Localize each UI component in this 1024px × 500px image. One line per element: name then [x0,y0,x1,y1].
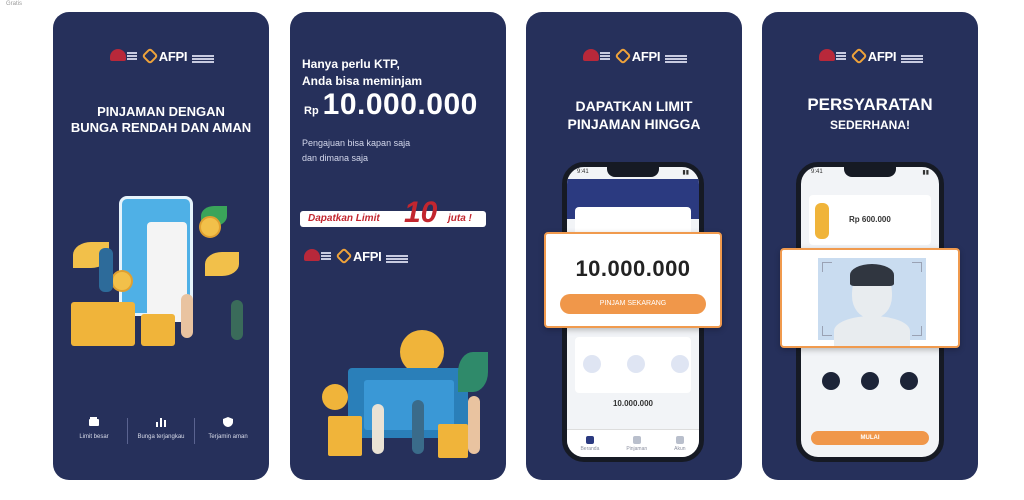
tab-label: Akun [674,445,686,452]
wallet-icon [89,417,99,426]
user-icon [675,435,684,444]
ojk-logo [581,48,610,64]
app-store-screenshots: Gratis AFPI PINJAMAN DENGAN BUNGA RENDAH… [0,0,1024,500]
feature-item: Bunga terjangkau [130,416,192,444]
feature-label: Limit besar [79,434,109,440]
phone-time: 9:41 [577,169,589,175]
amount-value: 10.000.000 [322,88,478,121]
face-scan-icon [860,372,879,390]
panel-headline: PERSYARATAN [807,95,933,114]
intro-text: Hanya perlu KTP, Anda bisa meminjam [302,57,423,89]
divider [194,418,195,444]
afpi-logo: AFPI [141,47,215,65]
partner-logos: AFPI [302,247,506,265]
promo-prefix: Dapatkan Limit [308,213,380,224]
limit-amount: 10.000.000 [575,256,691,281]
tab-loans[interactable]: Pinjaman [626,435,648,452]
bar-chart-icon [156,418,166,427]
feature-label: Terjamin aman [208,434,248,440]
tab-label: Pinjaman [626,445,648,452]
afpi-logo: AFPI [335,247,409,265]
afpi-logo: AFPI [614,47,688,65]
borrow-now-button[interactable]: PINJAM SEKARANG [560,294,706,314]
screenshot-panel-4[interactable]: AFPI PERSYARATAN SEDERHANA! 9:41 ▮▮ Rp 60… [762,12,978,480]
feature-list: Limit besar Bunga terjangkau Terjamin am… [63,416,259,444]
tab-bar: Beranda Pinjaman Akun [567,429,699,457]
document-icon [900,372,919,390]
promo-number: 10 [404,196,438,229]
screenshot-panel-3[interactable]: AFPI DAPATKAN LIMIT PINJAMAN HINGGA 9:41… [526,12,742,480]
tab-account[interactable]: Akun [674,435,686,452]
loan-amount: Rp 10.000.000 [304,88,478,122]
price-caption: Gratis [6,1,23,7]
office-illustration [308,316,494,466]
gear-icon [322,384,348,410]
promo-banner: Dapatkan Limit 10 juta ! [300,196,486,232]
loan-illustration [71,182,251,362]
panel-subheadline: SEDERHANA! [829,118,910,132]
partner-logos: AFPI [526,47,742,65]
face-verification-card [780,248,960,348]
ojk-logo [817,48,846,64]
feature-item: Terjamin aman [197,416,259,444]
panel-headline: PINJAMAN DENGAN BUNGA RENDAH DAN AMAN [70,104,252,136]
document-icon [632,435,641,444]
amount-label: Rp 600.000 [849,215,891,224]
id-card-icon [821,372,840,390]
phone-time: 9:41 [811,169,823,175]
promo-suffix: juta ! [448,213,472,224]
home-icon [585,435,594,444]
afpi-logo: AFPI [850,47,924,65]
panel-headline: DAPATKAN LIMIT PINJAMAN HINGGA [567,98,701,132]
feature-label: Bunga terjangkau [137,434,185,440]
ojk-logo [302,248,331,264]
bottom-amount: 10.000.000 [612,399,654,408]
tab-label: Beranda [580,445,600,452]
shield-check-icon [223,417,233,427]
start-button[interactable]: MULAI [811,431,929,445]
screenshot-panel-2[interactable]: Hanya perlu KTP, Anda bisa meminjam Rp 1… [290,12,506,480]
limit-card: 10.000.000 PINJAM SEKARANG [544,232,722,328]
partner-logos: AFPI [762,47,978,65]
feature-item: Limit besar [63,416,125,444]
currency-label: Rp [304,105,319,117]
screenshot-panel-1[interactable]: AFPI PINJAMAN DENGAN BUNGA RENDAH DAN AM… [53,12,269,480]
divider [127,418,128,444]
face-scan-frame [818,258,926,346]
partner-logos: AFPI [53,47,269,65]
description-text: Pengajuan bisa kapan saja dan dimana saj… [302,138,411,164]
ojk-logo [108,48,137,64]
tab-home[interactable]: Beranda [580,435,600,452]
